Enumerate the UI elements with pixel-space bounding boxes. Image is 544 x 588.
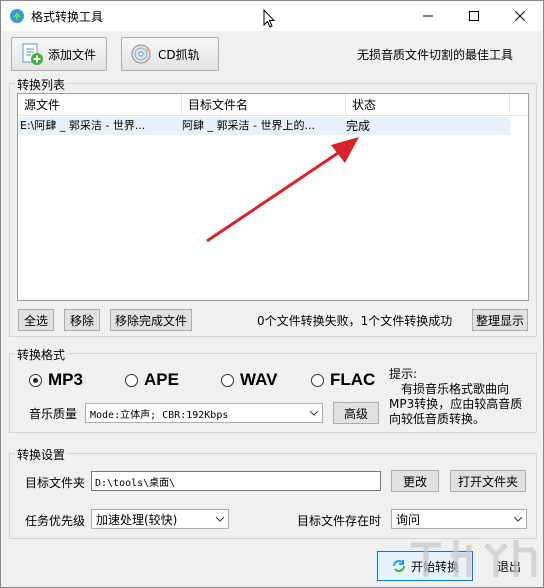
watermark-logo-icon (411, 540, 537, 577)
tip-title: 提示: (389, 367, 418, 381)
target-folder-input[interactable]: D:\tools\桌面\ (91, 471, 381, 491)
add-file-icon (22, 43, 43, 65)
radio-ape-label: APE (144, 370, 179, 389)
quality-value: Mode:立体声; CBR:192Kbps (90, 409, 229, 421)
close-icon (515, 11, 525, 21)
radio-ape[interactable]: APE (125, 369, 179, 391)
minimize-button[interactable] (405, 1, 451, 31)
radio-mp3-circle[interactable] (29, 373, 42, 387)
radio-mp3[interactable]: MP3 (29, 369, 83, 391)
column-target[interactable]: 目标文件名 (182, 94, 346, 116)
radio-flac-circle[interactable] (311, 373, 324, 387)
app-window: 格式转换工具 添加文件 CD抓轨 无损音质文件切割的最佳工具 转换列表 源文件 … (0, 0, 544, 588)
select-all-button[interactable]: 全选 (18, 309, 54, 331)
radio-wav-circle[interactable] (221, 373, 234, 387)
target-folder-label: 目标文件夹 (25, 476, 86, 490)
chevron-down-icon (211, 510, 228, 528)
slogan-text: 无损音质文件切割的最佳工具 (357, 48, 514, 62)
row-status: 完成 (346, 119, 371, 133)
file-list[interactable]: 源文件 目标文件名 状态 E:\阿肆 _ 郭采洁 - 世界... 阿肆 _ 郭采… (17, 93, 529, 301)
radio-flac-label: FLAC (330, 370, 376, 389)
quality-select[interactable]: Mode:立体声; CBR:192Kbps (85, 403, 323, 423)
maximize-button[interactable] (451, 1, 497, 31)
column-status[interactable]: 状态 (346, 94, 510, 116)
column-source[interactable]: 源文件 (18, 94, 182, 116)
radio-wav-label: WAV (240, 370, 278, 389)
priority-select[interactable]: 加速处理(较快) (91, 509, 229, 529)
cd-disc-icon (131, 44, 151, 64)
app-logo-icon (9, 8, 25, 24)
radio-ape-circle[interactable] (125, 373, 138, 387)
add-file-button[interactable]: 添加文件 (11, 37, 107, 71)
quality-label: 音乐质量 (29, 407, 78, 421)
add-file-label: 添加文件 (48, 47, 97, 62)
close-button[interactable] (497, 1, 543, 31)
tidy-display-button[interactable]: 整理显示 (472, 309, 528, 331)
remove-done-button[interactable]: 移除完成文件 (110, 309, 192, 331)
cd-rip-label: CD抓轨 (158, 47, 200, 62)
list-header: 源文件 目标文件名 状态 (18, 94, 528, 116)
settings-group-title: 转换设置 (15, 446, 68, 463)
status-text: 0个文件转换失败，1个文件转换成功 (257, 314, 453, 328)
target-folder-value: D:\tools\桌面\ (95, 477, 176, 489)
remove-button[interactable]: 移除 (64, 309, 100, 331)
row-source: E:\阿肆 _ 郭采洁 - 世界... (20, 119, 146, 132)
window-title: 格式转换工具 (31, 10, 104, 24)
format-group-title: 转换格式 (15, 346, 68, 363)
row-target: 阿肆 _ 郭采洁 - 世界上的... (182, 119, 315, 132)
radio-wav[interactable]: WAV (221, 369, 277, 391)
table-row[interactable]: E:\阿肆 _ 郭采洁 - 世界... 阿肆 _ 郭采洁 - 世界上的... 完… (18, 117, 510, 135)
mouse-cursor-icon (263, 9, 275, 28)
conversion-list-title: 转换列表 (15, 76, 68, 93)
chevron-down-icon (305, 404, 322, 422)
title-bar[interactable]: 格式转换工具 (1, 1, 543, 31)
priority-value: 加速处理(较快) (96, 512, 178, 527)
tip-body: 有损音乐格式歌曲向MP3转换，应由较高音质向较低音质转换。 (389, 382, 523, 426)
file-exists-label: 目标文件存在时 (297, 514, 382, 528)
open-folder-button[interactable]: 打开文件夹 (450, 470, 526, 492)
radio-mp3-label: MP3 (48, 370, 83, 389)
priority-label: 任务优先级 (25, 514, 86, 528)
change-folder-button[interactable]: 更改 (391, 470, 439, 492)
radio-flac[interactable]: FLAC (311, 369, 375, 391)
cd-rip-button[interactable]: CD抓轨 (121, 37, 219, 71)
advanced-button[interactable]: 高级 (333, 402, 379, 424)
